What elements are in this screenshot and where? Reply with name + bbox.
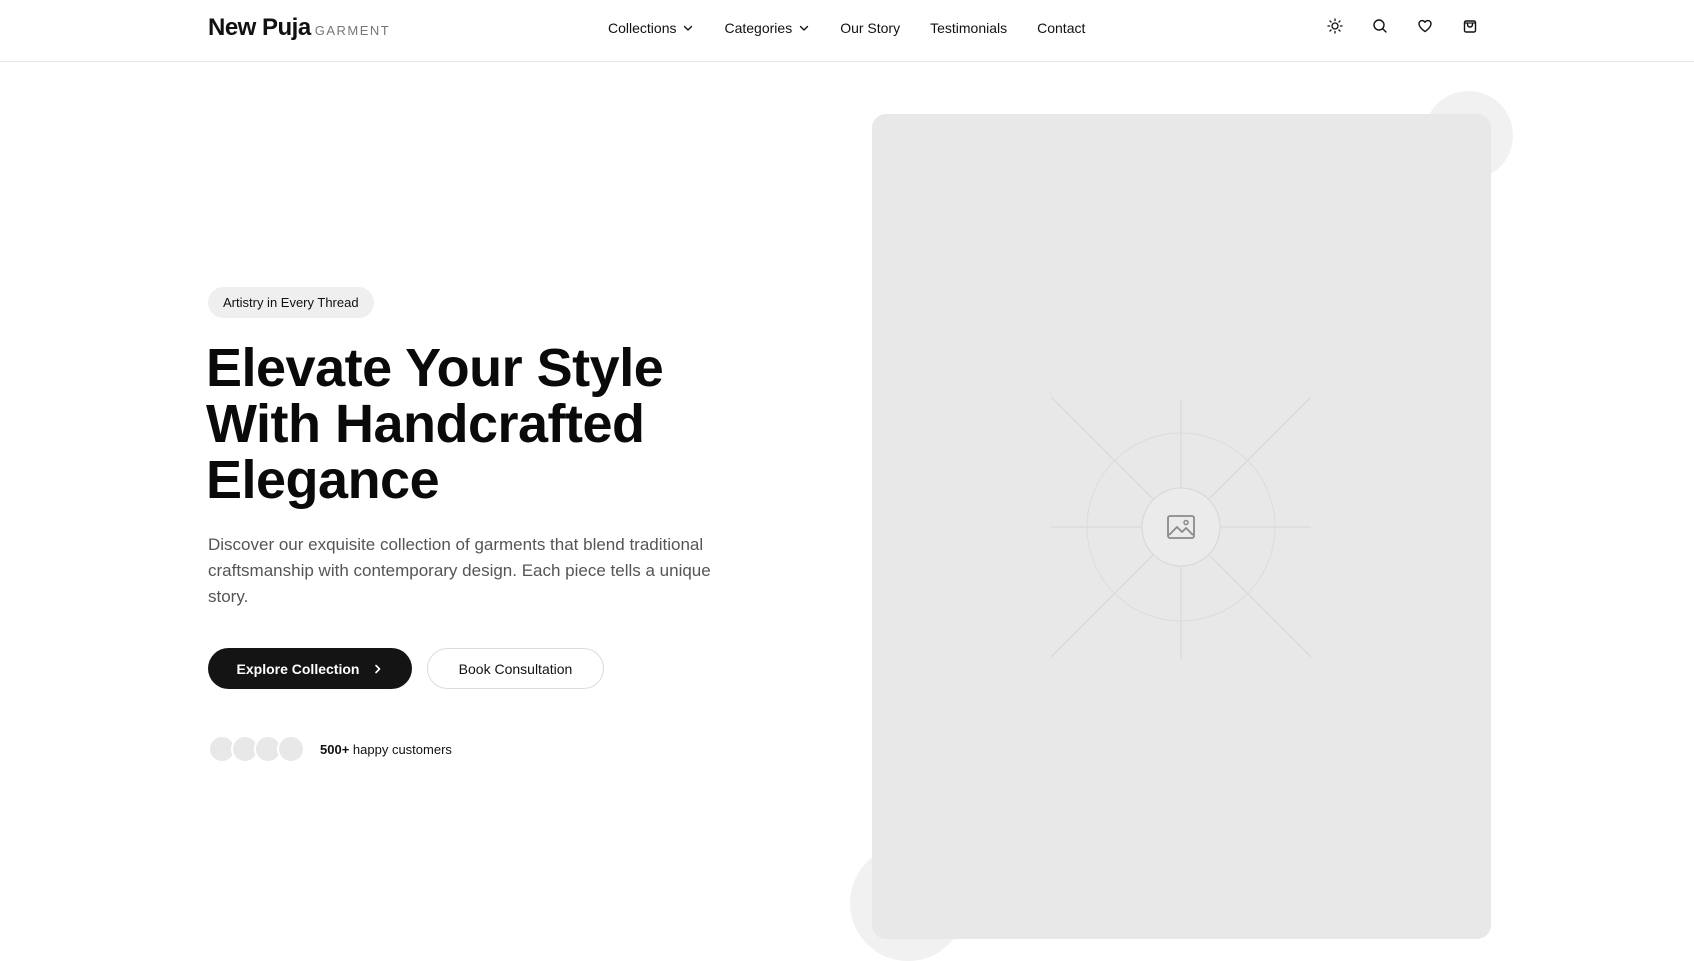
chevron-right-icon <box>375 664 381 673</box>
nav-item-label: Our Story <box>840 20 901 36</box>
customer-label: happy customers <box>352 741 452 757</box>
nav-item-label: Testimonials <box>930 20 1008 36</box>
explore-collection-button[interactable]: Explore Collection <box>208 648 412 689</box>
search-icon <box>1373 19 1387 33</box>
wishlist-button[interactable] <box>1416 17 1434 35</box>
nav-item-label: Contact <box>1037 20 1086 36</box>
customer-count: 500+ <box>320 741 350 757</box>
header-actions <box>1326 17 1479 35</box>
image-icon <box>1167 515 1195 539</box>
brand-subtitle: GARMENT <box>314 23 391 38</box>
nav-item-testimonials[interactable]: Testimonials <box>930 18 1007 38</box>
sun-icon <box>1327 18 1343 34</box>
customer-avatars <box>208 735 305 763</box>
nav-item-label: Categories <box>724 20 793 36</box>
book-consultation-button[interactable]: Book Consultation <box>427 648 604 689</box>
button-label: Book Consultation <box>458 660 573 677</box>
hero-image-placeholder <box>872 114 1491 939</box>
cart-button[interactable] <box>1461 17 1479 35</box>
theme-toggle-button[interactable] <box>1326 17 1344 35</box>
nav-item-contact[interactable]: Contact <box>1037 18 1085 38</box>
hero-badge: Artistry in Every Thread <box>208 287 374 318</box>
hero-headline: Elevate Your Style With Handcrafted Eleg… <box>206 340 766 508</box>
social-proof-text: 500+ happy customers <box>320 742 452 757</box>
page: New Puja GARMENT Collections Categories … <box>0 0 1694 961</box>
heart-icon <box>1418 19 1432 33</box>
nav-item-our-story[interactable]: Our Story <box>840 18 900 38</box>
brand-name: New Puja <box>208 14 311 41</box>
headline-line: With Handcrafted <box>206 394 645 454</box>
button-label: Explore Collection <box>236 660 360 677</box>
nav-item-label: Collections <box>608 20 677 36</box>
nav-item-categories[interactable]: Categories <box>724 18 810 38</box>
social-proof: 500+ happy customers <box>208 735 452 763</box>
avatar <box>277 735 305 763</box>
headline-line: Elevate Your Style <box>206 338 664 398</box>
search-button[interactable] <box>1371 17 1389 35</box>
shopping-bag-icon <box>1463 20 1477 33</box>
hero-description: Discover our exquisite collection of gar… <box>208 535 711 606</box>
nav-item-collections[interactable]: Collections <box>608 18 694 38</box>
main-nav: Collections Categories Our Story Testimo… <box>608 18 1085 38</box>
headline-line: Elegance <box>206 450 440 510</box>
brand-logo[interactable]: New Puja GARMENT <box>208 14 390 42</box>
site-header: New Puja GARMENT Collections Categories … <box>0 0 1694 62</box>
chevron-down-icon <box>799 25 809 31</box>
chevron-down-icon <box>684 25 693 31</box>
